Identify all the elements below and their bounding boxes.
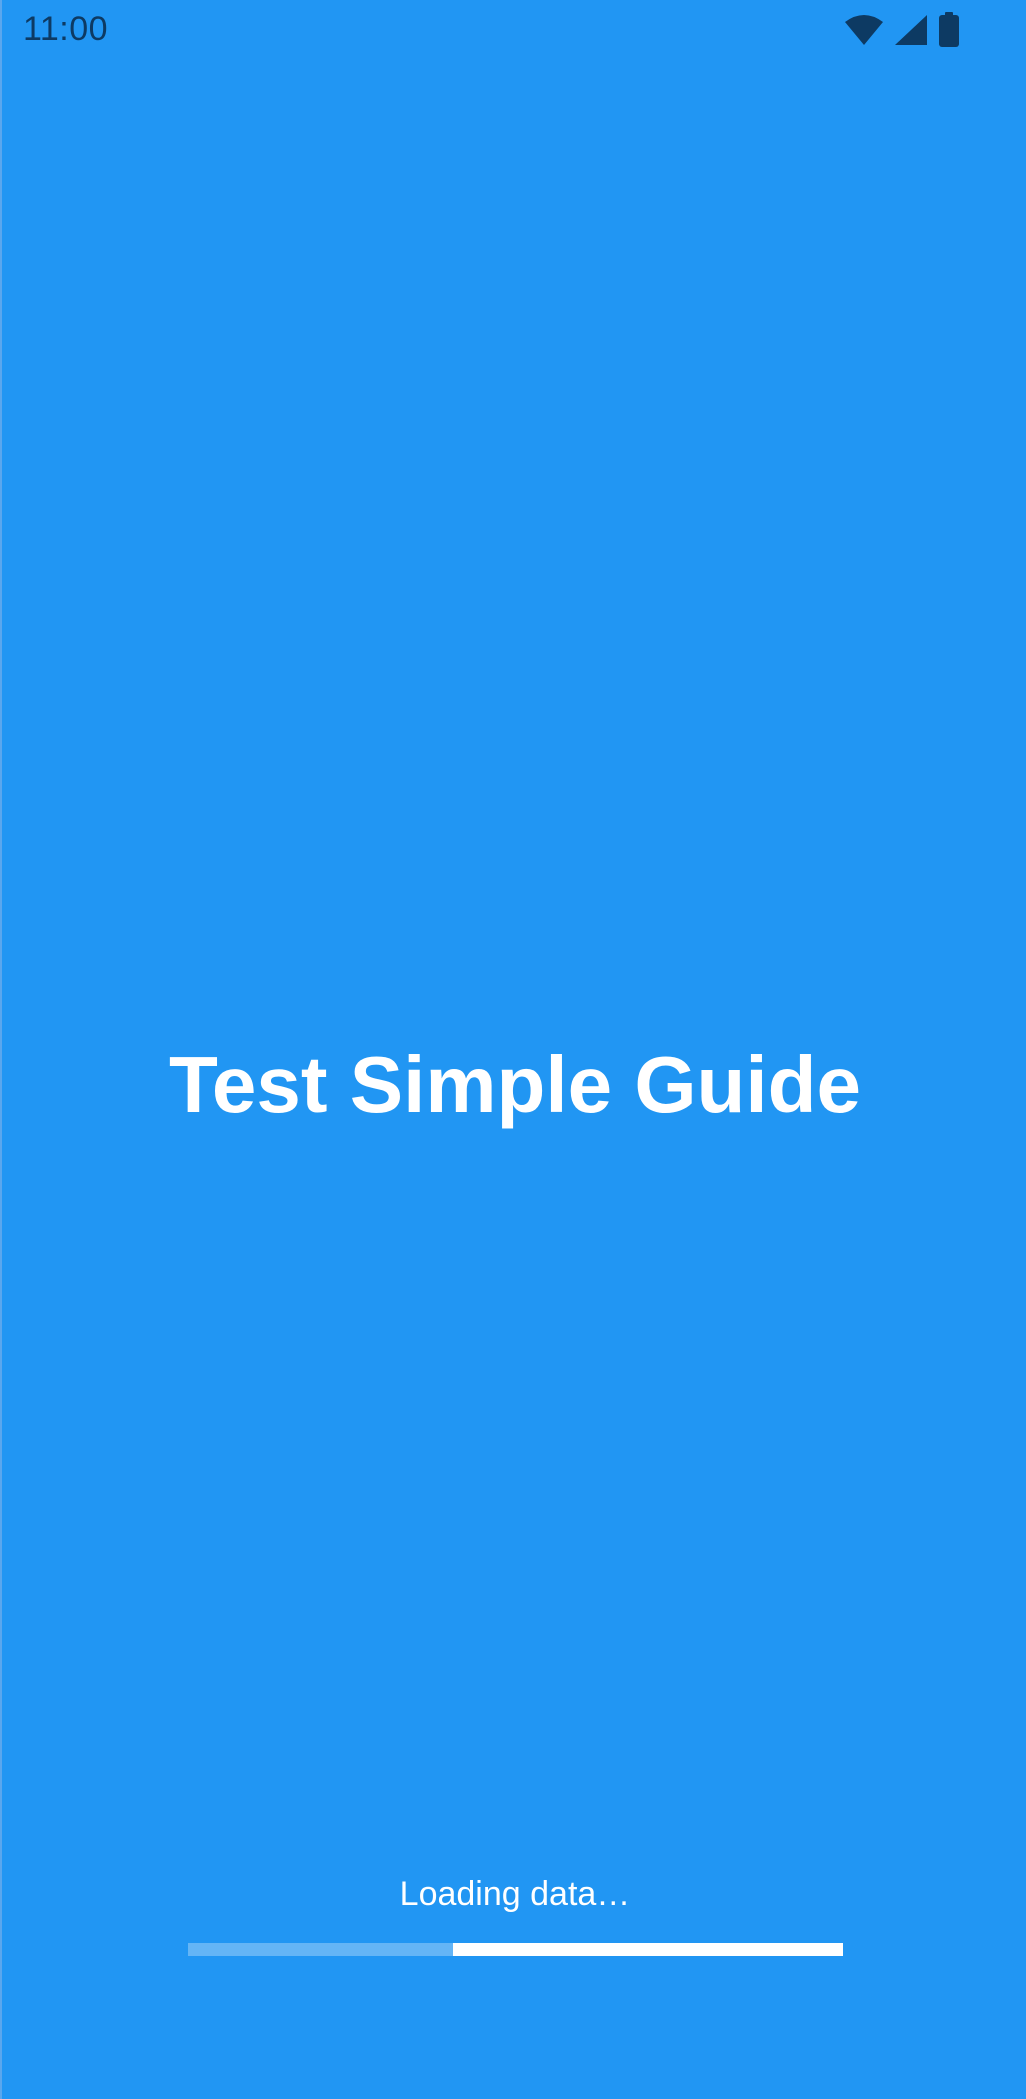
loading-progress-bar xyxy=(188,1943,843,1956)
loading-label: Loading data… xyxy=(399,1875,631,1913)
loading-progress-fill xyxy=(453,1943,843,1956)
status-time: 11:00 xyxy=(23,10,109,48)
status-icons xyxy=(844,12,960,48)
cellular-signal-icon xyxy=(894,14,928,46)
battery-icon xyxy=(938,12,960,48)
app-title: Test Simple Guide xyxy=(169,1040,861,1129)
wifi-icon xyxy=(844,14,884,46)
splash-screen: 11:00 Test Simple Guide Loading data… xyxy=(0,0,1026,2099)
status-bar: 11:00 xyxy=(2,0,1026,60)
